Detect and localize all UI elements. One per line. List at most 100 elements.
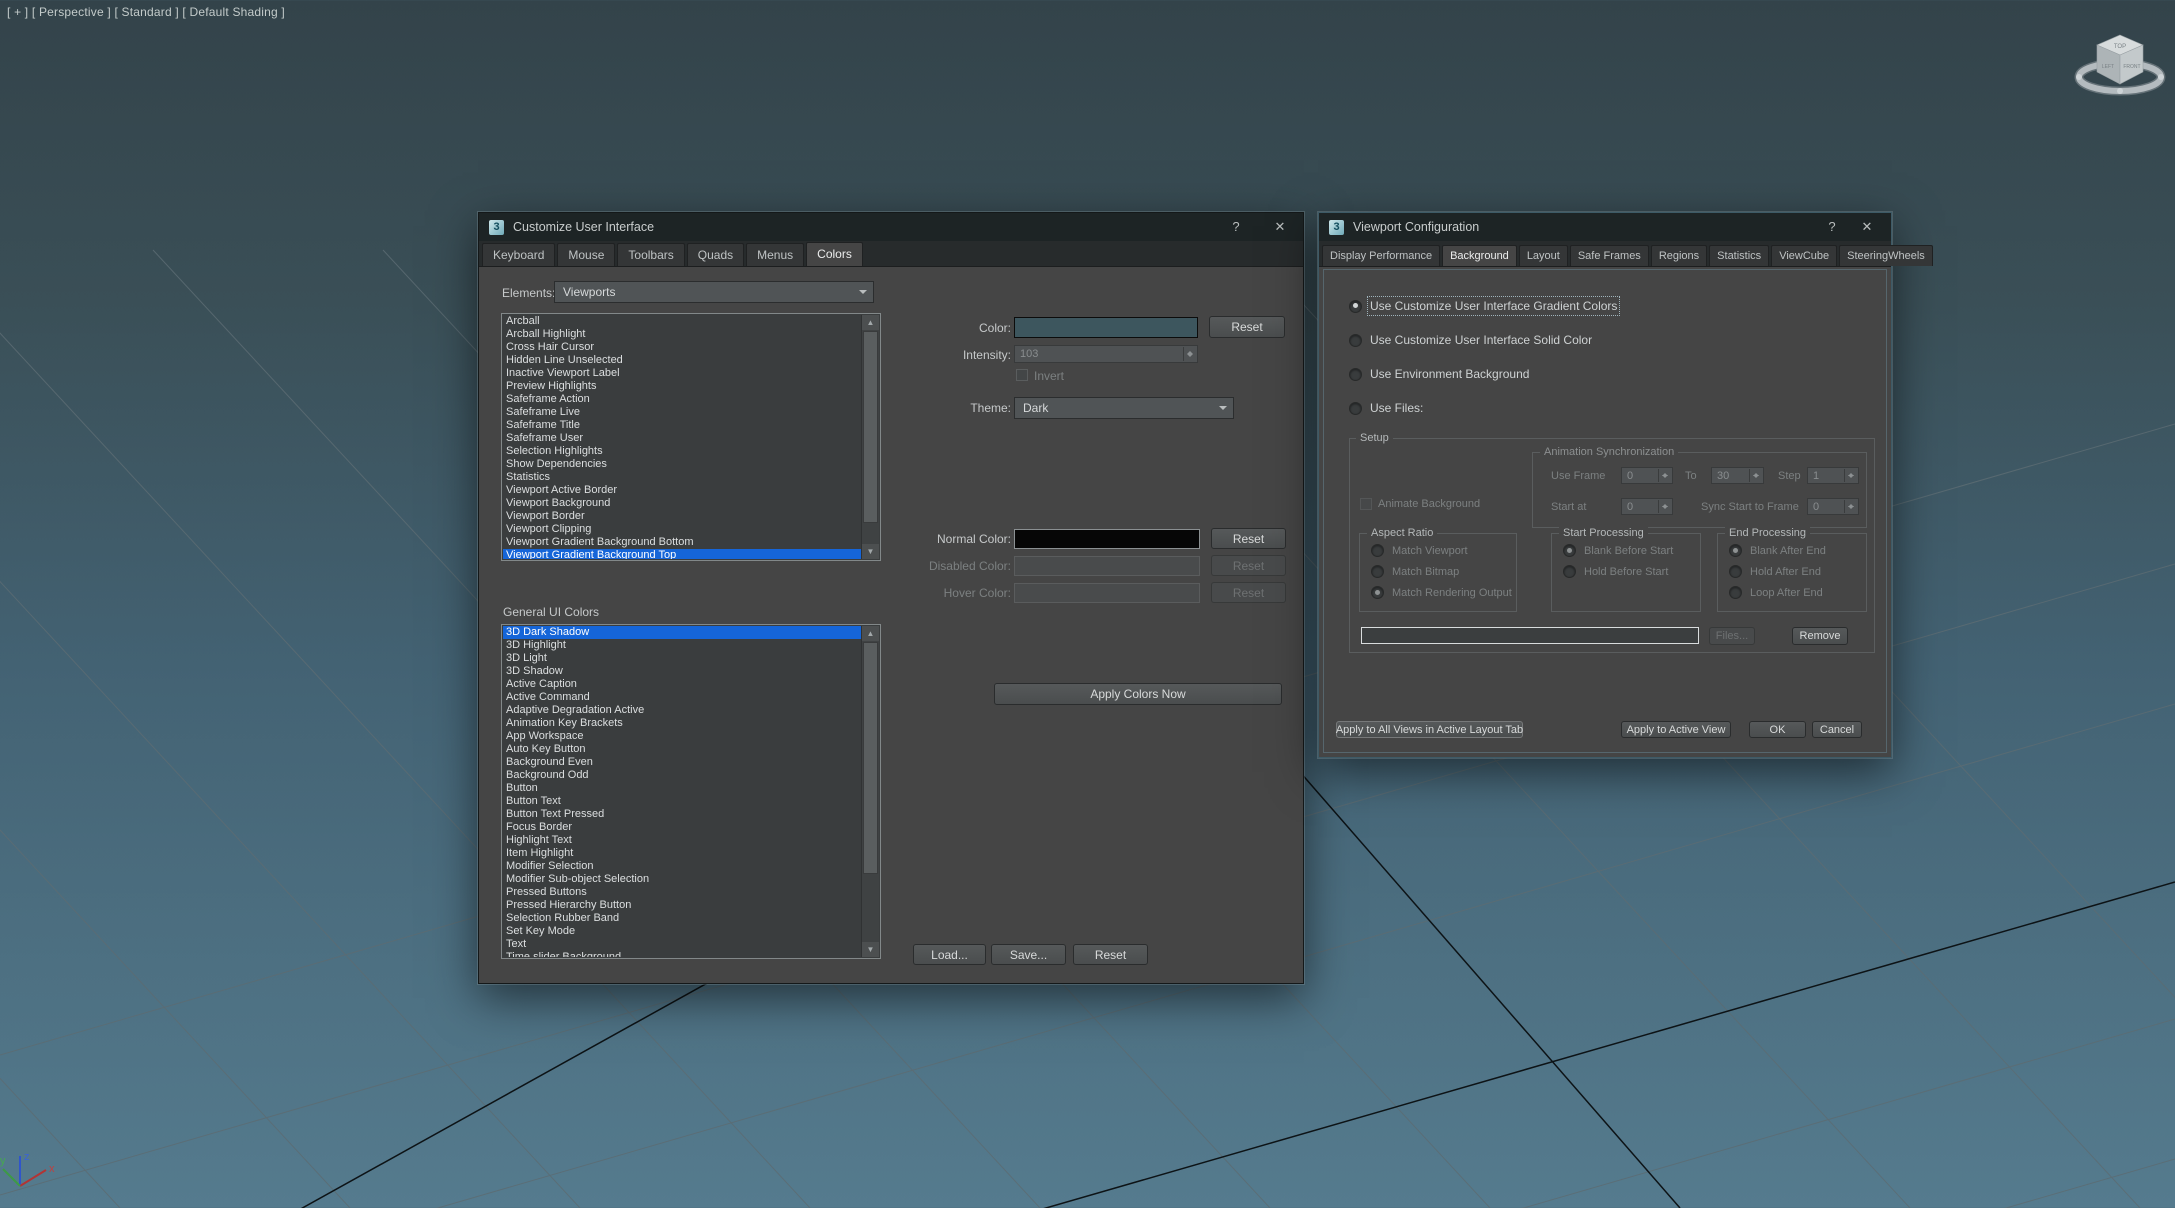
scroll-thumb[interactable] [863,642,878,874]
reset-button[interactable]: Reset [1073,944,1148,965]
tab[interactable]: Display Performance [1322,245,1440,266]
list-item[interactable]: Viewport Clipping [503,523,862,536]
load-button[interactable]: Load... [913,944,986,965]
list-item[interactable]: Pressed Buttons [503,886,862,899]
normal-color-swatch[interactable] [1014,529,1200,549]
customize-dialog-titlebar[interactable]: 3 Customize User Interface ? ✕ [479,213,1303,241]
list-item[interactable]: Selection Highlights [503,445,862,458]
list-item[interactable]: Active Caption [503,678,862,691]
cancel-button[interactable]: Cancel [1812,721,1862,738]
list-item[interactable]: Active Command [503,691,862,704]
radio-icon [1729,586,1742,599]
tab[interactable]: Statistics [1709,245,1769,266]
apply-colors-now-button[interactable]: Apply Colors Now [994,683,1282,705]
tab[interactable]: Background [1442,245,1517,266]
list-item[interactable]: Preview Highlights [503,380,862,393]
apply-all-views-button[interactable]: Apply to All Views in Active Layout Tab [1336,721,1523,738]
list-item[interactable]: Highlight Text [503,834,862,847]
theme-dropdown[interactable]: Dark [1014,397,1234,419]
intensity-label: Intensity: [839,348,1011,362]
elements-dropdown-value: Viewports [563,285,615,299]
elements-dropdown[interactable]: Viewports [554,281,874,303]
tab[interactable]: Keyboard [482,243,555,266]
list-item[interactable]: Viewport Gradient Background Bottom [503,536,862,549]
list-item[interactable]: Button Text Pressed [503,808,862,821]
list-item[interactable]: Item Highlight [503,847,862,860]
list-item[interactable]: Inactive Viewport Label [503,367,862,380]
tab[interactable]: ViewCube [1771,245,1837,266]
viewport-label[interactable]: [ + ] [ Perspective ] [ Standard ] [ Def… [7,5,285,19]
background-file-input[interactable] [1361,627,1699,644]
remove-button[interactable]: Remove [1792,627,1848,645]
list-item[interactable]: Hidden Line Unselected [503,354,862,367]
list-item[interactable]: Time slider Background [503,951,862,957]
scroll-down-icon[interactable]: ▼ [862,942,879,957]
list-item[interactable]: Button [503,782,862,795]
tab[interactable]: Safe Frames [1570,245,1649,266]
color-reset-button[interactable]: Reset [1209,316,1285,338]
tab[interactable]: Toolbars [617,243,684,266]
close-icon[interactable]: ✕ [1265,213,1295,241]
list-item[interactable]: Set Key Mode [503,925,862,938]
help-icon[interactable]: ? [1817,213,1847,241]
radio-option[interactable]: Use Customize User Interface Solid Color [1349,333,1617,347]
color-swatch[interactable] [1014,317,1198,338]
list-item[interactable]: Viewport Background [503,497,862,510]
list-item[interactable]: Focus Border [503,821,862,834]
list-item[interactable]: Background Odd [503,769,862,782]
list-item[interactable]: Safeframe Live [503,406,862,419]
animate-background-checkbox [1360,498,1372,510]
apply-active-view-button[interactable]: Apply to Active View [1621,721,1731,738]
list-item[interactable]: Statistics [503,471,862,484]
list-item[interactable]: Background Even [503,756,862,769]
list-item[interactable]: Modifier Selection [503,860,862,873]
list-item[interactable]: Viewport Gradient Background Top [503,549,862,559]
tab[interactable]: Regions [1651,245,1707,266]
tab[interactable]: Quads [687,243,744,266]
list-item[interactable]: Arcball Highlight [503,328,862,341]
tab[interactable]: Mouse [557,243,615,266]
normal-color-reset-button[interactable]: Reset [1211,528,1286,549]
radio-option[interactable]: Use Environment Background [1349,367,1617,381]
viewcube[interactable]: TOP LEFT FRONT [2055,15,2175,135]
general-scrollbar[interactable]: ▲ ▼ [861,626,879,957]
radio-option[interactable]: Use Files: [1349,401,1617,415]
radio-option[interactable]: Use Customize User Interface Gradient Co… [1349,299,1617,313]
list-item[interactable]: Viewport Border [503,510,862,523]
scroll-down-icon[interactable]: ▼ [862,544,879,559]
list-item[interactable]: Safeframe User [503,432,862,445]
list-item[interactable]: Auto Key Button [503,743,862,756]
list-item[interactable]: Pressed Hierarchy Button [503,899,862,912]
list-item[interactable]: Arcball [503,315,862,328]
list-item[interactable]: 3D Dark Shadow [503,626,862,639]
list-item[interactable]: App Workspace [503,730,862,743]
list-item[interactable]: 3D Shadow [503,665,862,678]
list-item[interactable]: Button Text [503,795,862,808]
tab[interactable]: SteeringWheels [1839,245,1933,266]
list-item[interactable]: Safeframe Action [503,393,862,406]
list-item[interactable]: Show Dependencies [503,458,862,471]
invert-checkbox[interactable] [1016,369,1028,381]
tab[interactable]: Colors [806,242,863,266]
ok-button[interactable]: OK [1749,721,1806,738]
scroll-up-icon[interactable]: ▲ [862,626,879,641]
list-item[interactable]: Cross Hair Cursor [503,341,862,354]
help-icon[interactable]: ? [1221,213,1251,241]
list-item[interactable]: Adaptive Degradation Active [503,704,862,717]
tab[interactable]: Layout [1519,245,1568,266]
viewport-dialog-titlebar[interactable]: 3 Viewport Configuration ? ✕ [1319,213,1891,241]
list-item[interactable]: Text [503,938,862,951]
list-item[interactable]: Modifier Sub-object Selection [503,873,862,886]
save-button[interactable]: Save... [991,944,1066,965]
list-item[interactable]: Animation Key Brackets [503,717,862,730]
dialog-title: Viewport Configuration [1353,220,1479,234]
start-at-label: Start at [1551,501,1586,513]
intensity-spinner: 103 [1014,345,1198,363]
tab[interactable]: Menus [746,243,804,266]
list-item[interactable]: Safeframe Title [503,419,862,432]
list-item[interactable]: Selection Rubber Band [503,912,862,925]
list-item[interactable]: Viewport Active Border [503,484,862,497]
list-item[interactable]: 3D Highlight [503,639,862,652]
list-item[interactable]: 3D Light [503,652,862,665]
close-icon[interactable]: ✕ [1852,213,1882,241]
